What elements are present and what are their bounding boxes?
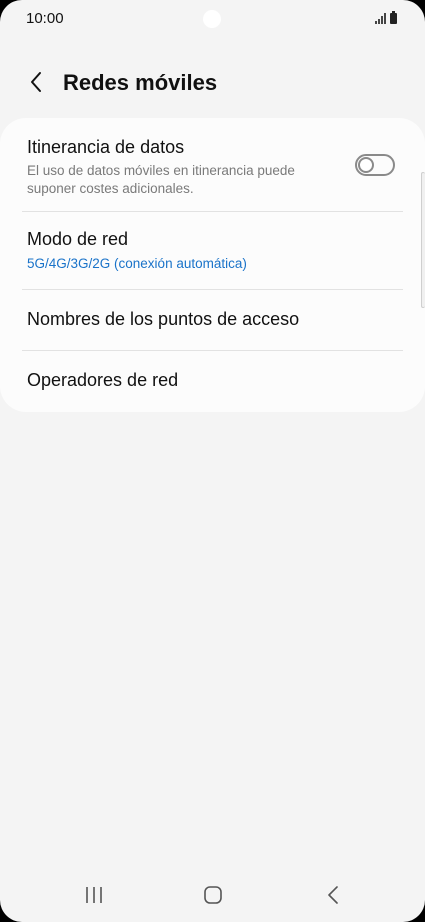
- front-camera: [203, 10, 221, 28]
- setting-row-data-roaming[interactable]: Itinerancia de datos El uso de datos móv…: [0, 118, 425, 211]
- back-icon: [328, 886, 338, 904]
- setting-row-network-mode[interactable]: Modo de red 5G/4G/3G/2G (conexión automá…: [0, 212, 425, 296]
- status-bar: 10:00: [0, 0, 425, 40]
- status-icons: [375, 11, 397, 24]
- toggle-knob: [358, 157, 374, 173]
- status-time: 10:00: [26, 10, 64, 27]
- setting-title: Itinerancia de datos: [27, 137, 185, 157]
- setting-row-network-operators[interactable]: Operadores de red: [0, 351, 425, 412]
- battery-icon: [390, 11, 397, 24]
- navigation-bar: [0, 866, 425, 922]
- chevron-left-icon: [31, 72, 41, 92]
- screen: 10:00 Redes móviles Itinerancia de datos…: [0, 0, 425, 922]
- page-title: Redes móviles: [63, 70, 218, 95]
- app-header: Redes móviles: [0, 60, 425, 106]
- home-icon: [204, 886, 222, 904]
- settings-card: Itinerancia de datos El uso de datos móv…: [0, 118, 425, 412]
- recent-apps-icon: [86, 887, 102, 903]
- setting-title: Modo de red: [27, 229, 129, 249]
- back-button[interactable]: [20, 66, 52, 98]
- scrollbar[interactable]: [421, 172, 425, 308]
- setting-description: El uso de datos móviles en itinerancia p…: [27, 163, 295, 196]
- setting-row-access-point-names[interactable]: Nombres de los puntos de acceso: [0, 290, 425, 350]
- setting-title: Nombres de los puntos de acceso: [27, 309, 300, 329]
- home-button[interactable]: [193, 880, 233, 910]
- signal-icon: [375, 12, 386, 24]
- setting-title: Operadores de red: [27, 370, 179, 390]
- recent-apps-button[interactable]: [74, 880, 114, 910]
- nav-back-button[interactable]: [313, 880, 353, 910]
- data-roaming-toggle[interactable]: [355, 154, 395, 176]
- setting-value: 5G/4G/3G/2G (conexión automática): [27, 256, 247, 271]
